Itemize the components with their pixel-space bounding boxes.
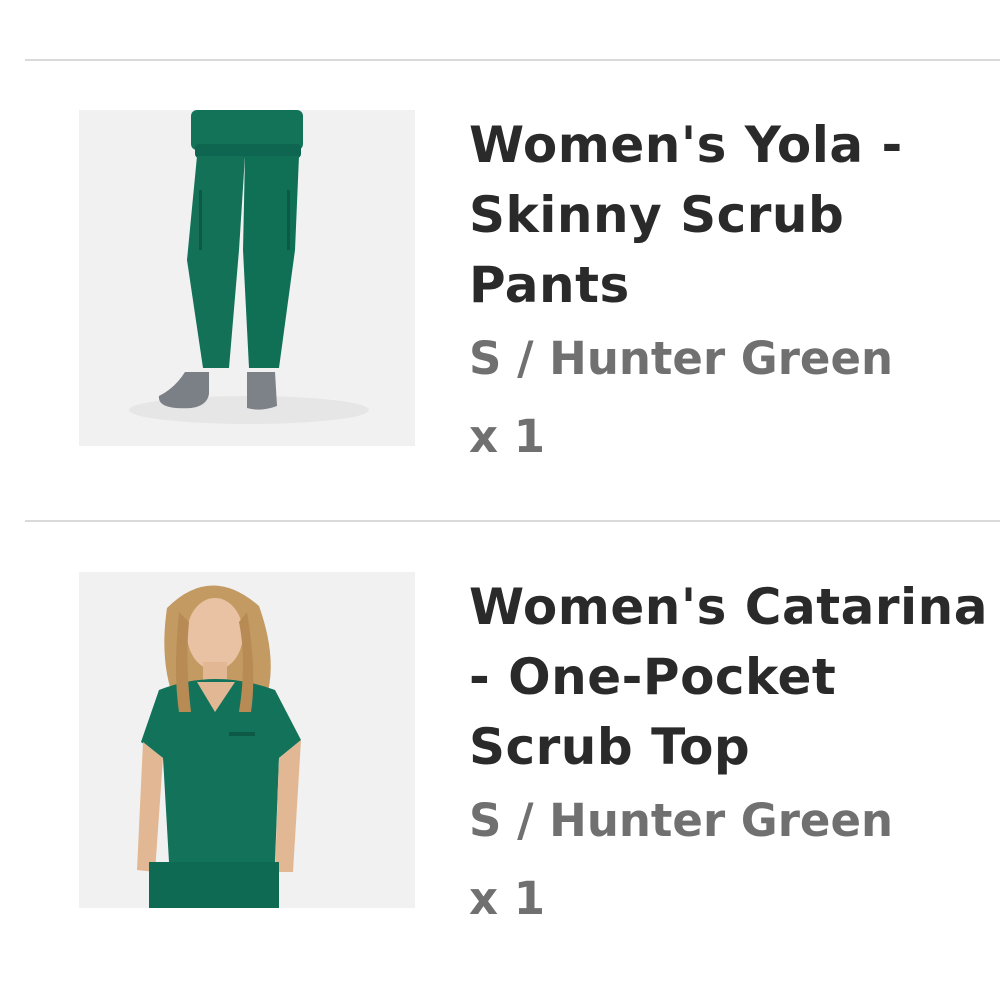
cart-items-page: Women's Yola - Skinny Scrub Pants S / Hu… [0,0,1000,1000]
product-variant: S / Hunter Green [469,332,894,385]
item-details: Women's Catarina - One-Pocket Scrub Top … [469,572,989,938]
product-quantity: x 1 [469,410,546,463]
product-quantity: x 1 [469,872,546,925]
item-details: Women's Yola - Skinny Scrub Pants S / Hu… [469,110,989,476]
product-image-scrub-pants[interactable] [79,110,415,446]
divider [25,520,1000,522]
product-image-scrub-top[interactable] [79,572,415,908]
divider [25,59,1000,61]
product-variant: S / Hunter Green [469,794,894,847]
product-title[interactable]: Women's Catarina - One-Pocket Scrub Top [469,572,989,782]
product-title[interactable]: Women's Yola - Skinny Scrub Pants [469,110,989,320]
